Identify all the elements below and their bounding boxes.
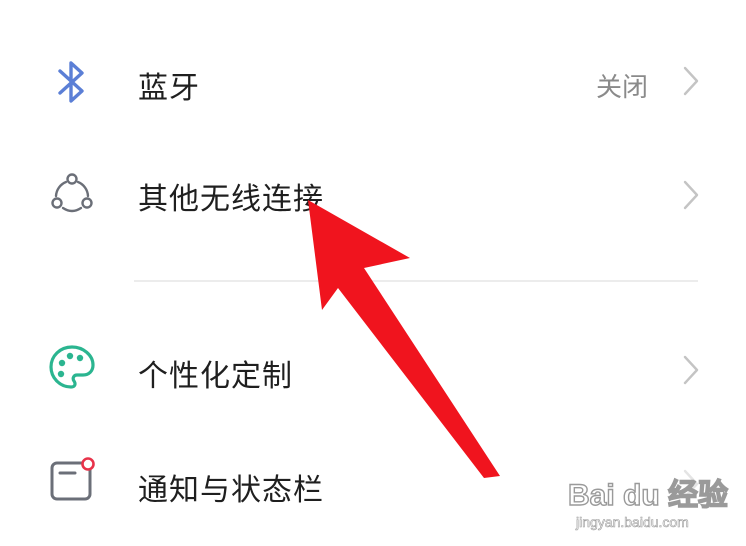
settings-item-bluetooth[interactable]: 蓝牙 关闭 bbox=[0, 27, 746, 137]
chevron-right-icon bbox=[683, 355, 699, 385]
settings-item-label: 其他无线连接 bbox=[138, 182, 324, 217]
settings-item-other-wireless[interactable]: 其他无线连接 bbox=[0, 140, 746, 250]
chevron-right-icon bbox=[683, 180, 699, 210]
notification-icon bbox=[50, 457, 95, 501]
watermark-brand: Bai du 经验 bbox=[567, 478, 729, 512]
section-divider bbox=[134, 280, 698, 282]
chevron-right-icon bbox=[683, 66, 699, 96]
watermark-url: jingyan.baidu.com bbox=[576, 514, 689, 531]
wireless-connections-icon bbox=[51, 173, 93, 213]
settings-item-label: 个性化定制 bbox=[138, 359, 293, 394]
settings-item-label: 通知与状态栏 bbox=[138, 473, 324, 508]
bluetooth-icon bbox=[58, 61, 84, 103]
palette-icon bbox=[49, 345, 95, 389]
settings-item-personalization[interactable]: 个性化定制 bbox=[0, 313, 746, 423]
settings-screen: 蓝牙 关闭 其他无线连接 个性化定制 通知与状态栏 Bai du 经验 jing… bbox=[0, 0, 746, 546]
settings-item-label: 蓝牙 bbox=[138, 71, 200, 106]
bluetooth-status: 关闭 bbox=[595, 73, 648, 103]
baidu-jingyan-watermark: Bai du 经验 jingyan.baidu.com bbox=[567, 468, 738, 540]
